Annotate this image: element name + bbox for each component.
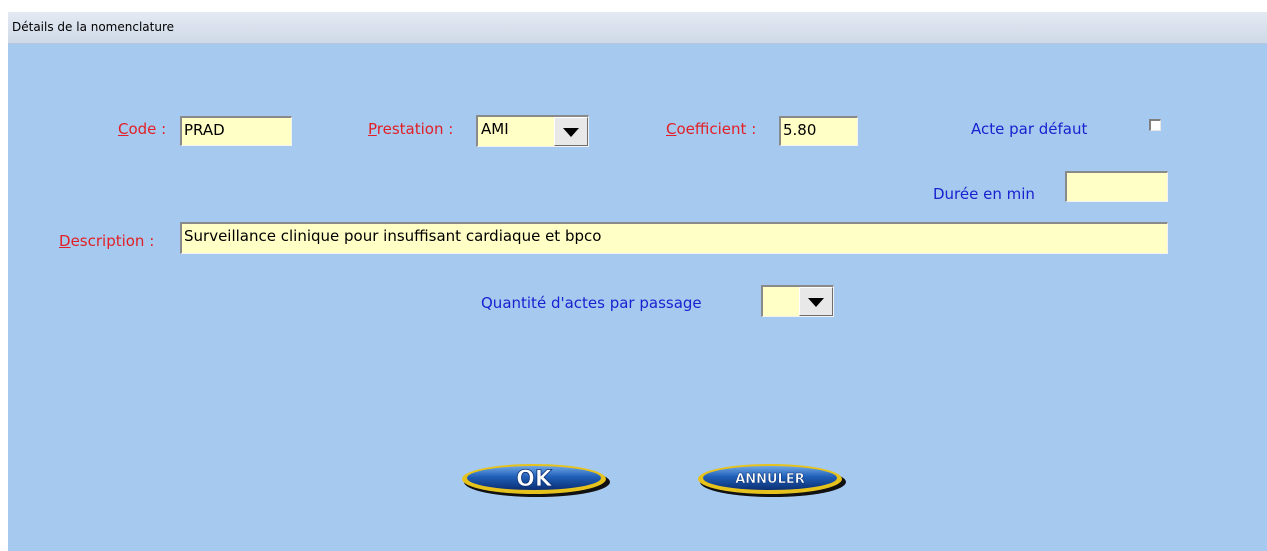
coefficient-input[interactable]: 5.80: [779, 116, 858, 146]
duree-label: Durée en min: [933, 185, 1035, 203]
ok-button-label: OK: [516, 467, 553, 492]
title-bar: Détails de la nomenclature: [8, 12, 1267, 44]
description-label: Description :: [59, 232, 155, 250]
annuler-button[interactable]: ANNULER: [693, 458, 848, 500]
ok-button-shape: OK: [462, 464, 610, 497]
duree-input[interactable]: [1065, 171, 1168, 202]
dialog-window: Détails de la nomenclature Code : PRAD P…: [8, 12, 1267, 551]
annuler-button-label: ANNULER: [735, 472, 805, 487]
prestation-value: AMI: [478, 117, 554, 146]
ok-button[interactable]: OK: [457, 458, 612, 500]
prestation-dropdown-button[interactable]: [554, 117, 588, 146]
chevron-down-icon: [563, 127, 579, 137]
chevron-down-icon: [808, 297, 824, 307]
quantite-label: Quantité d'actes par passage: [481, 294, 702, 312]
acte-defaut-label: Acte par défaut: [971, 120, 1088, 138]
quantite-combobox[interactable]: [761, 285, 834, 317]
prestation-combobox[interactable]: AMI: [476, 115, 589, 147]
coefficient-label: Coefficient :: [666, 120, 757, 138]
acte-defaut-checkbox[interactable]: [1149, 119, 1161, 131]
prestation-label: Prestation :: [368, 120, 454, 138]
description-input[interactable]: Surveillance clinique pour insuffisant c…: [180, 222, 1168, 254]
window-title: Détails de la nomenclature: [12, 20, 175, 34]
annuler-button-shape: ANNULER: [698, 464, 846, 497]
quantite-dropdown-button[interactable]: [799, 287, 833, 316]
code-label: Code :: [118, 120, 167, 138]
quantite-value: [763, 287, 799, 316]
code-input[interactable]: PRAD: [180, 116, 292, 146]
